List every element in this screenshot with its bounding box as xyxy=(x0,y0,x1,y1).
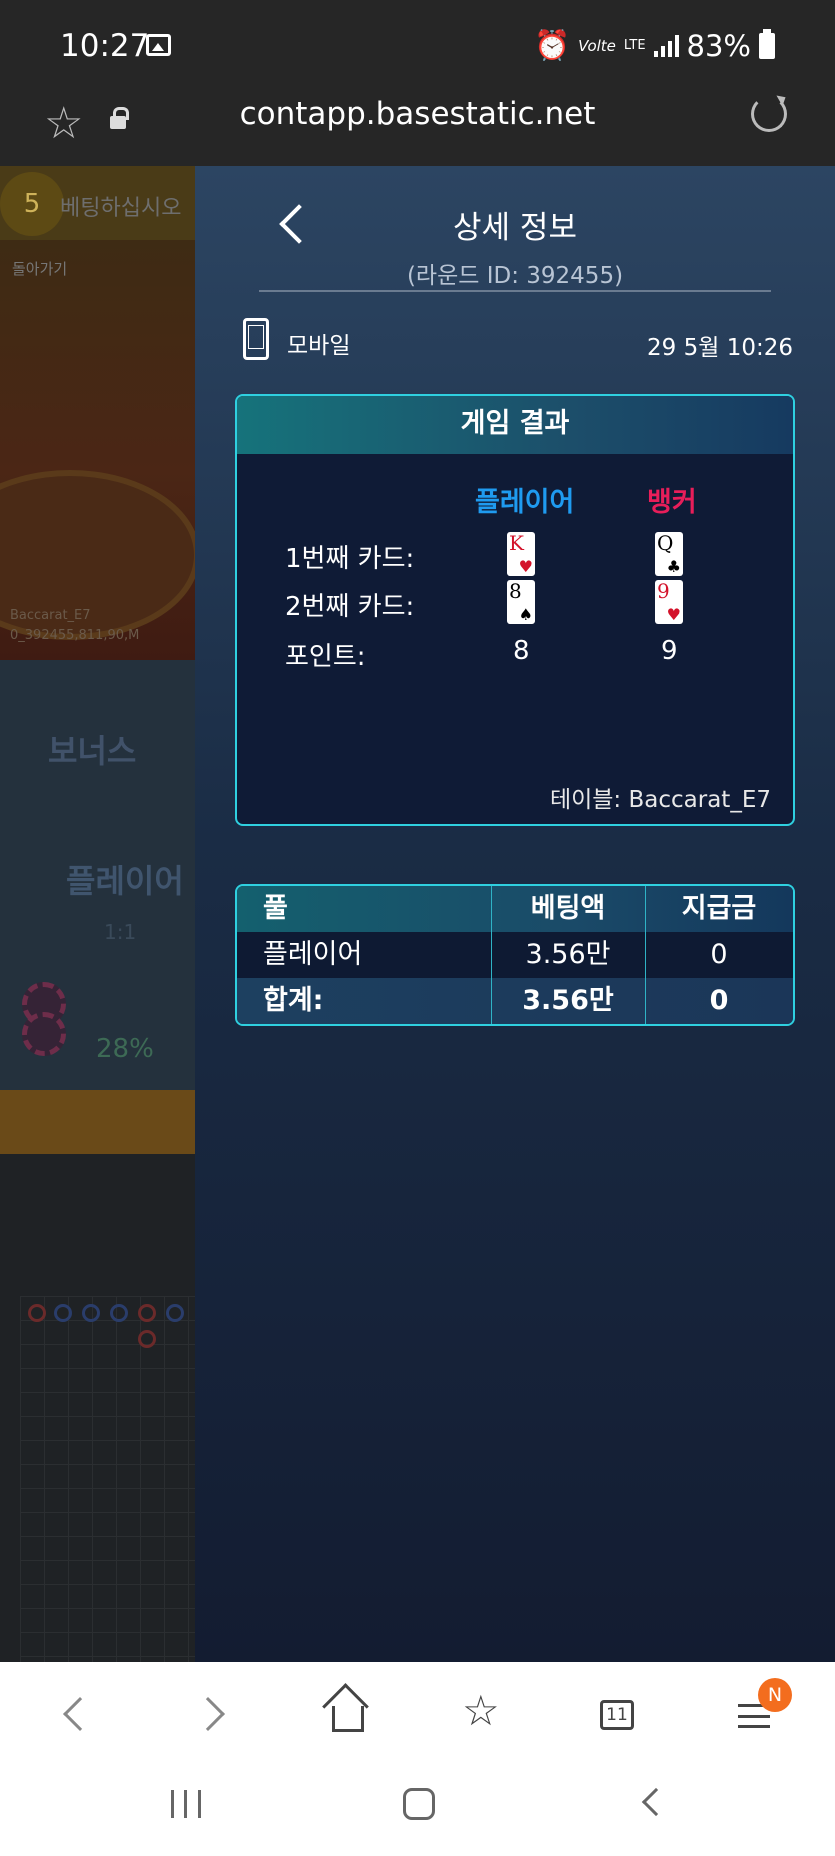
tabs-icon: 11 xyxy=(600,1700,634,1730)
player-card-2: 8 ♠ xyxy=(507,580,535,624)
total-payout: 0 xyxy=(709,985,729,1016)
table-header-row: 풀 베팅액 지급금 xyxy=(237,886,793,932)
card-rank: 9 xyxy=(657,579,670,603)
chip-icon xyxy=(22,1012,66,1056)
video-table-name: Baccarat_E7 xyxy=(10,608,91,623)
banker-card-1: Q ♣ xyxy=(655,532,683,576)
bonus-label: 보너스 xyxy=(48,732,137,770)
bet-prompt: 베팅하십시오 xyxy=(60,196,182,221)
back-label: 돌아가기 xyxy=(12,260,68,278)
card-suit-icon: ♣ xyxy=(666,557,681,576)
device-label: 모바일 xyxy=(287,333,351,359)
action-bar xyxy=(0,1090,195,1154)
total-bet-amount: 3.56만 xyxy=(522,985,614,1016)
detail-panel: 상세 정보 (라운드 ID: 392455) 모바일 29 5월 10:26 게… xyxy=(195,166,835,1662)
player-points: 8 xyxy=(513,636,530,666)
row-bet-amount: 3.56만 xyxy=(525,939,611,970)
forward-icon xyxy=(191,1697,225,1731)
round-date: 29 5월 10:26 xyxy=(647,335,793,361)
system-navigation-bar xyxy=(0,1762,835,1856)
url-text[interactable]: contapp.basestatic.net xyxy=(0,96,835,132)
url-bar: ☆ contapp.basestatic.net xyxy=(0,90,835,166)
tabs-button[interactable]: 11 xyxy=(590,1686,650,1746)
header-payout: 지급금 xyxy=(681,893,757,924)
recents-icon[interactable] xyxy=(171,1790,201,1818)
bet-summary-table: 풀 베팅액 지급금 플레이어 3.56만 0 합계: 3.56만 0 xyxy=(235,884,795,1026)
bookmarks-button[interactable]: ☆ xyxy=(452,1686,512,1746)
bet-percent: 28% xyxy=(96,1034,154,1064)
payout-ratio: 1:1 xyxy=(104,920,137,944)
road-dot xyxy=(138,1330,156,1348)
status-time: 10:27 xyxy=(60,28,150,64)
total-label: 합계: xyxy=(263,985,324,1016)
banker-points: 9 xyxy=(661,636,678,666)
road-dot xyxy=(82,1304,100,1322)
roadmap-grid xyxy=(20,1296,195,1662)
table-row: 플레이어 3.56만 0 xyxy=(237,932,793,978)
row-pool: 플레이어 xyxy=(263,939,363,970)
road-dot xyxy=(54,1304,72,1322)
status-bar: 10:27 ⏰ Volte LTE 83% xyxy=(0,0,835,90)
road-dot xyxy=(138,1304,156,1322)
background-game-view: 5 베팅하십시오 돌아가기 Baccarat_E7 0_392455,811,9… xyxy=(0,166,195,1662)
mobile-device-icon xyxy=(243,318,269,360)
banker-column-header: 뱅커 xyxy=(647,487,697,518)
title-divider xyxy=(259,290,771,292)
bet-prompt-bar: 5 베팅하십시오 xyxy=(0,166,195,240)
bookmarks-icon: ☆ xyxy=(462,1686,500,1735)
header-pool: 풀 xyxy=(263,893,288,924)
system-home-icon[interactable] xyxy=(403,1788,435,1820)
column-divider xyxy=(645,886,646,1024)
card-suit-icon: ♥ xyxy=(518,557,533,576)
system-back-icon[interactable] xyxy=(641,1787,671,1817)
video-stream xyxy=(0,240,195,660)
timer-badge: 5 xyxy=(0,172,64,236)
home-icon xyxy=(332,1706,364,1732)
row-payout: 0 xyxy=(710,939,728,970)
header-bet-amount: 베팅액 xyxy=(530,893,606,924)
card-rank: Q xyxy=(657,531,674,555)
banker-card-2: 9 ♥ xyxy=(655,580,683,624)
player-bet-label: 플레이어 xyxy=(66,862,184,900)
game-result-header: 게임 결과 xyxy=(237,396,793,454)
browser-home-button[interactable] xyxy=(318,1686,378,1746)
alarm-icon: ⏰ xyxy=(533,28,571,62)
player-card-1: K ♥ xyxy=(507,532,535,576)
browser-toolbar: ☆ 11 N xyxy=(0,1662,835,1762)
road-dot xyxy=(166,1304,184,1322)
column-divider xyxy=(491,886,492,1024)
notification-badge: N xyxy=(758,1678,792,1712)
browser-back-button[interactable] xyxy=(46,1686,106,1746)
panel-title: 상세 정보 xyxy=(453,210,577,246)
table-name: 테이블: Baccarat_E7 xyxy=(549,787,771,813)
lte-indicator: LTE xyxy=(623,37,646,53)
card-rank: K xyxy=(509,531,524,555)
road-dot xyxy=(28,1304,46,1322)
card-suit-icon: ♥ xyxy=(666,605,681,624)
reload-icon[interactable] xyxy=(751,96,787,132)
menu-button[interactable]: N xyxy=(726,1678,792,1746)
road-dot xyxy=(110,1304,128,1322)
video-round-text: 0_392455,811,90,M xyxy=(10,628,140,643)
volte-indicator: Volte xyxy=(578,36,616,55)
gallery-icon xyxy=(146,34,171,56)
battery-icon xyxy=(759,28,775,59)
video-round-info: Baccarat_E7 0_392455,811,90,M xyxy=(10,606,139,646)
table-total-row: 합계: 3.56만 0 xyxy=(237,978,793,1024)
back-icon xyxy=(63,1697,97,1731)
card2-label: 2번째 카드: xyxy=(285,592,415,622)
card-suit-icon: ♠ xyxy=(518,605,533,624)
browser-forward-button[interactable] xyxy=(186,1686,246,1746)
round-id: (라운드 ID: 392455) xyxy=(406,263,624,289)
battery-percent: 83% xyxy=(686,28,751,63)
points-label: 포인트: xyxy=(285,642,366,672)
card1-label: 1번째 카드: xyxy=(285,544,415,574)
player-column-header: 플레이어 xyxy=(475,487,575,518)
signal-icon xyxy=(653,34,679,57)
game-result-box: 게임 결과 플레이어 뱅커 1번째 카드: 2번째 카드: 포인트: K ♥ Q… xyxy=(235,394,795,826)
card-rank: 8 xyxy=(509,579,522,603)
status-indicators: ⏰ Volte LTE 83% xyxy=(534,28,775,63)
